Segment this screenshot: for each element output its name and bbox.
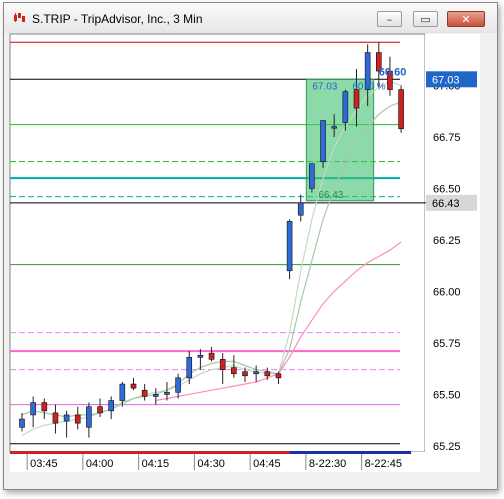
candle [231,367,237,375]
y-tick-label: 66.00 [433,286,461,298]
candle [275,373,282,379]
candle [63,414,70,422]
candle [19,418,25,428]
time-axis [10,452,480,472]
candle [153,394,159,397]
y-tick-label: 65.50 [433,389,461,401]
zone-label-pct: 0 % [368,81,385,92]
candle [197,354,204,358]
candle [52,412,59,424]
y-tick-label: 66.75 [433,132,461,144]
candle [342,91,349,123]
y-tick-label: 65.25 [433,441,461,453]
candle [398,89,404,130]
zone-label-top-right: 60.60 [379,66,407,78]
candle [175,377,181,393]
x-tick-label: 04:15 [142,458,170,470]
x-tick-label: 8-22:45 [365,458,402,470]
candle [242,371,248,377]
x-tick-label: 04:45 [253,458,281,470]
candle [141,389,148,397]
candle [353,89,360,109]
candle [264,371,271,377]
candle [108,400,114,412]
x-tick-label: 04:30 [197,458,225,470]
candle [130,383,137,389]
y-tick-label: 66.25 [433,235,461,247]
x-tick-label: 03:45 [30,458,58,470]
price-marker-label: 67.03 [432,74,460,86]
candle [320,120,326,162]
candle [86,406,92,428]
zone-label-top: 67.03 [312,81,337,92]
candle [331,126,338,129]
candle [41,402,48,412]
candle [297,202,304,216]
candle [286,221,293,272]
price-chart[interactable]: 67.03 60 0 % 66.43 60.60 65.25 65.50 65.75 66.00… [0,0,504,499]
candle [164,391,170,395]
y-tick-label: 66.50 [433,183,461,195]
session-bar-current [289,451,412,454]
candle [253,371,259,375]
candle [97,406,103,414]
x-tick-label: 8-22:30 [309,458,346,470]
price-marker-label: 66.43 [432,198,460,210]
zone-label-mid: 60 [352,81,364,92]
candle [119,383,126,401]
x-tick-label: 04:00 [86,458,114,470]
candle [30,402,36,416]
candle [309,163,315,189]
zone-label-bottom: 66.43 [318,190,343,201]
candle [208,352,215,360]
y-tick-label: 65.75 [433,338,461,350]
target-zone [305,78,375,202]
candle [186,356,193,379]
session-bar-prev [10,451,290,454]
candle [74,414,81,424]
candle [219,359,226,370]
